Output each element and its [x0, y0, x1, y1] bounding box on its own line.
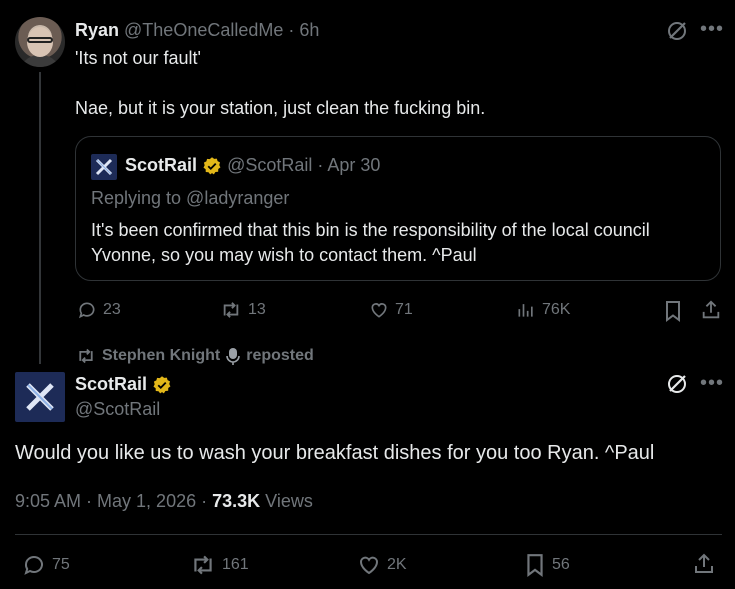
main-share-icon[interactable]: [692, 552, 716, 581]
more-options-icon[interactable]: •••: [700, 372, 724, 395]
microphone-icon: [226, 348, 241, 365]
quote-header: ScotRail @ScotRail · Apr 30: [125, 155, 380, 176]
reply-bookmark-icon[interactable]: [663, 300, 683, 327]
views-icon: [518, 304, 533, 317]
main-tweet-text: Would you like us to wash your breakfast…: [15, 442, 655, 464]
main-like-button[interactable]: 2K: [357, 553, 407, 577]
reply-like-button[interactable]: 71: [369, 300, 413, 320]
reply-text-line2: Nae, but it is your station, just clean …: [75, 98, 486, 118]
verified-badge-icon: [153, 376, 171, 394]
reply-icon: [78, 302, 95, 319]
main-likes-count: 2K: [387, 556, 407, 573]
reply-views-button[interactable]: 76K: [516, 300, 570, 320]
main-reposts-button[interactable]: 161: [190, 553, 249, 577]
divider: [15, 534, 722, 535]
heart-icon: [371, 303, 387, 318]
main-timestamp[interactable]: 9:05 AM · May 1, 2026 ·: [15, 491, 207, 511]
reply-icon: [24, 556, 43, 575]
reply-reposts-button[interactable]: 13: [220, 300, 266, 320]
quote-text: It's been confirmed that this bin is the…: [91, 220, 650, 265]
main-bookmarks-count: 56: [552, 556, 570, 573]
reply-likes-count: 71: [395, 301, 413, 318]
main-views-label: Views: [265, 491, 313, 511]
main-replies-count: 75: [52, 556, 70, 573]
main-replies-button[interactable]: 75: [22, 553, 70, 577]
quote-author-handle: @ScotRail: [227, 155, 313, 175]
quote-scotrail-logo: [91, 154, 117, 180]
reply-views-count: 76K: [542, 301, 571, 318]
reply-author-handle[interactable]: @TheOneCalledMe: [124, 20, 283, 40]
repost-banner: Stephen Knight reposted: [76, 347, 314, 365]
reply-author-name[interactable]: Ryan: [75, 20, 119, 40]
ryan-avatar[interactable]: [15, 17, 65, 67]
grok-icon[interactable]: [666, 20, 688, 47]
main-views-count: 73.3K: [212, 491, 261, 511]
bookmark-icon: [527, 554, 543, 577]
main-meta: 9:05 AM · May 1, 2026 · 73.3K Views: [15, 491, 313, 512]
repost-icon: [79, 348, 93, 364]
quote-replying-to: Replying to @ladyranger: [91, 188, 290, 208]
thread-line: [39, 72, 41, 364]
repost-icon: [223, 302, 239, 318]
main-reposts-count: 161: [222, 556, 249, 573]
grok-icon[interactable]: [666, 373, 688, 400]
reply-reposts-count: 13: [248, 301, 266, 318]
more-options-icon[interactable]: •••: [700, 18, 724, 41]
reply-time[interactable]: · 6h: [288, 20, 319, 40]
main-author-handle[interactable]: @ScotRail: [75, 399, 160, 420]
reply-share-icon[interactable]: [700, 299, 722, 326]
main-author-name[interactable]: ScotRail: [75, 374, 147, 394]
main-bookmark-button[interactable]: 56: [524, 553, 570, 577]
reply-header: Ryan @TheOneCalledMe · 6h: [75, 20, 319, 41]
verified-badge-icon: [203, 157, 221, 175]
heart-icon: [359, 556, 379, 575]
quote-author-name: ScotRail: [125, 155, 198, 175]
reply-replies-count: 23: [103, 301, 121, 318]
main-author-row: ScotRail: [75, 374, 172, 395]
reply-text-line1: 'Its not our fault': [75, 48, 201, 68]
reposted-label: reposted: [246, 347, 314, 364]
quote-time: · Apr 30: [317, 155, 381, 175]
repost-icon: [194, 555, 212, 575]
scotrail-avatar[interactable]: [15, 372, 65, 422]
reposter-name[interactable]: Stephen Knight: [102, 347, 220, 365]
reply-replies-button[interactable]: 23: [77, 300, 121, 320]
